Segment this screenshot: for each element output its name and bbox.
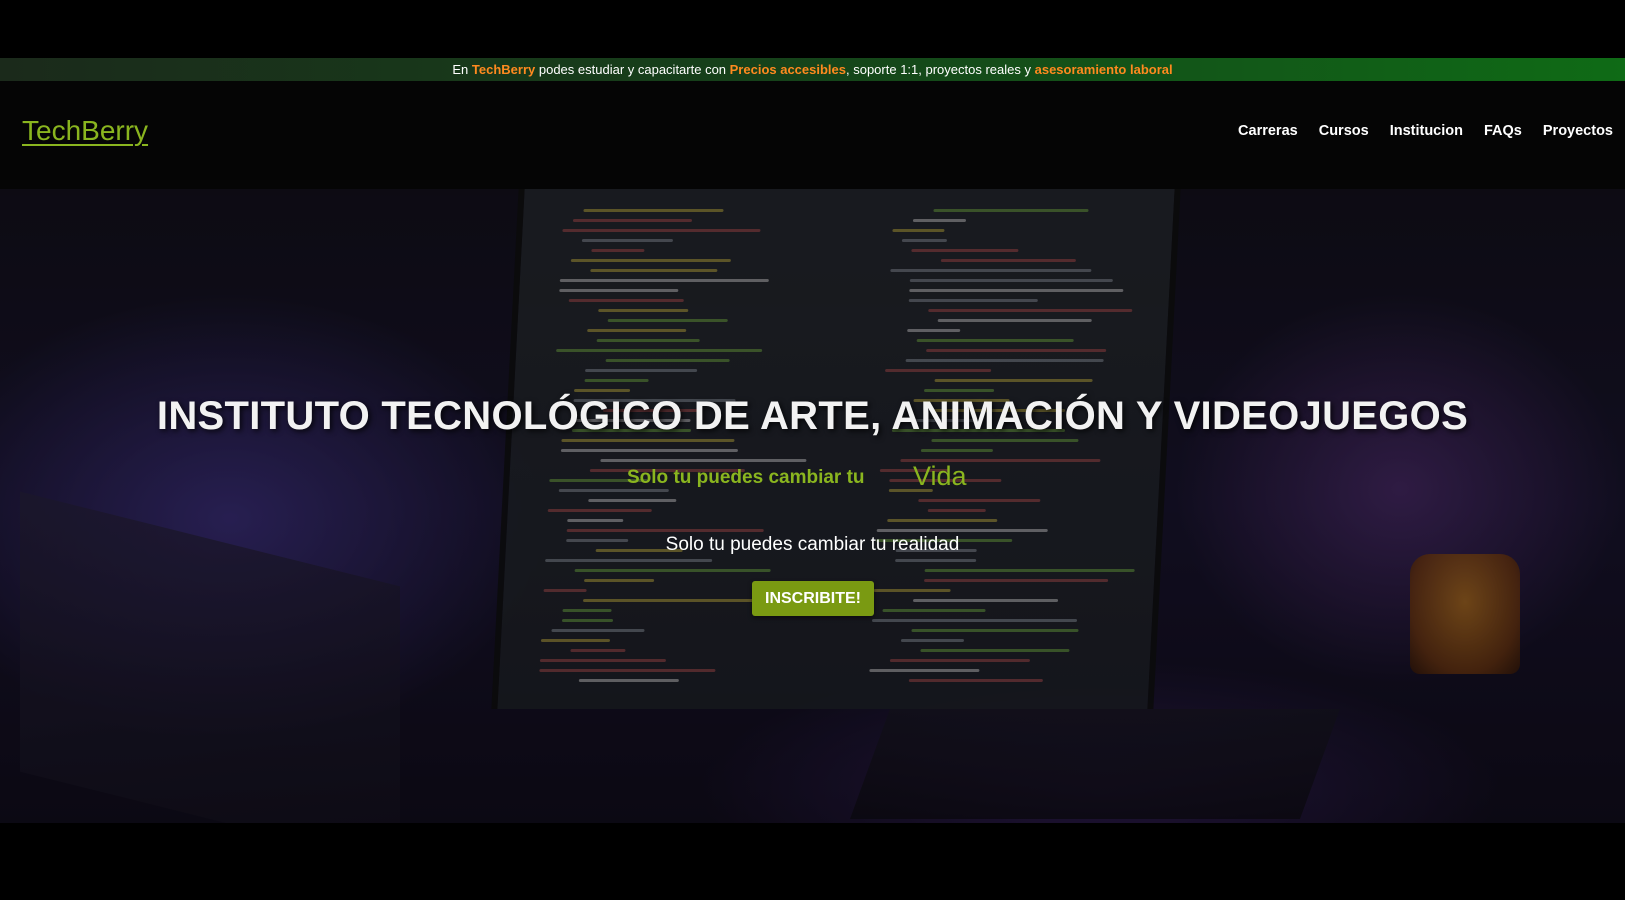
nav-link-institucion[interactable]: Institucion <box>1390 123 1463 139</box>
hero-overlay <box>0 189 1625 823</box>
announcement-text-3: , soporte 1:1, proyectos reales y <box>846 62 1035 77</box>
typed-word: Vida <box>913 461 967 491</box>
announcement-highlight-prices: Precios accesibles <box>729 62 846 77</box>
nav-link-faqs[interactable]: FAQs <box>1484 123 1522 139</box>
hero-title: INSTITUTO TECNOLÓGICO DE ARTE, ANIMACIÓN… <box>156 394 1469 438</box>
signup-button[interactable]: INSCRIBITE! <box>752 581 874 616</box>
hero-section: INSTITUTO TECNOLÓGICO DE ARTE, ANIMACIÓN… <box>0 189 1625 823</box>
nav-link-carreras[interactable]: Carreras <box>1238 123 1298 139</box>
logo-link[interactable]: TechBerry <box>22 115 148 147</box>
announcement-text-1: En <box>452 62 472 77</box>
page: En TechBerry podes estudiar y capacitart… <box>0 0 1625 900</box>
site-header: TechBerry Carreras Cursos Institucion FA… <box>0 81 1625 189</box>
nav-link-cursos[interactable]: Cursos <box>1319 123 1369 139</box>
main-nav: Carreras Cursos Institucion FAQs Proyect… <box>1238 123 1613 139</box>
announcement-brand: TechBerry <box>471 62 536 77</box>
announcement-highlight-advice: asesoramiento laboral <box>1034 62 1173 77</box>
typed-headline: Solo tu puedes cambiar tu Vida <box>627 461 1027 493</box>
hero-subtitle: Solo tu puedes cambiar tu realidad <box>665 534 960 555</box>
announcement-text-2: podes estudiar y capacitarte con <box>535 62 730 77</box>
typed-static-text: Solo tu puedes cambiar tu <box>627 467 865 488</box>
announcement-bar: En TechBerry podes estudiar y capacitart… <box>0 58 1625 81</box>
nav-link-proyectos[interactable]: Proyectos <box>1543 123 1613 139</box>
